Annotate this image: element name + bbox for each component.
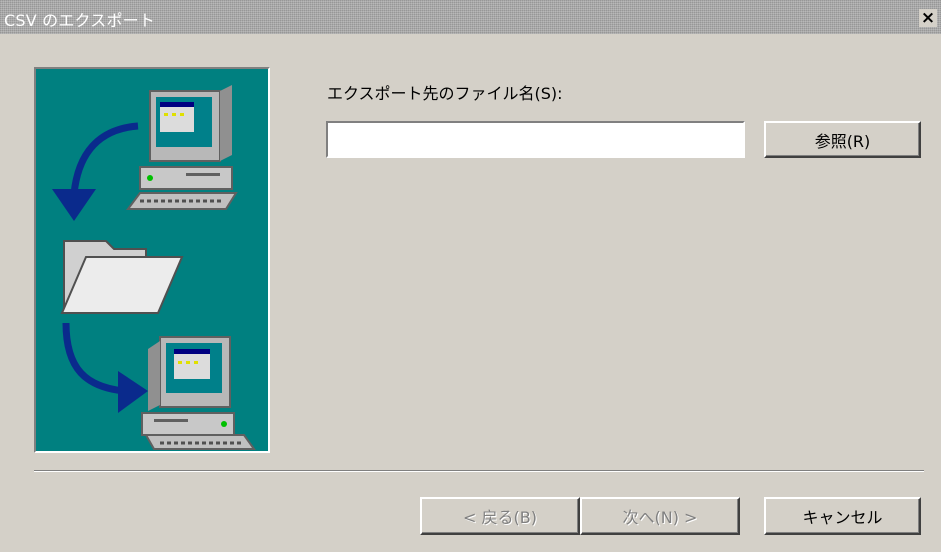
close-button[interactable]: ×	[919, 8, 937, 28]
back-button[interactable]: < 戻る(B)	[420, 497, 580, 535]
close-icon: ×	[920, 8, 936, 28]
title-bar[interactable]: CSV のエクスポート ×	[0, 0, 941, 34]
browse-button[interactable]: 参照(R)	[764, 121, 921, 158]
cancel-button[interactable]: キャンセル	[764, 497, 921, 535]
export-illustration-svg	[52, 85, 256, 450]
separator-line	[34, 470, 924, 472]
folder-icon	[60, 240, 184, 314]
next-button[interactable]: 次へ(N) >	[580, 497, 740, 535]
filename-input[interactable]	[326, 121, 745, 158]
dialog-title: CSV のエクスポート	[4, 11, 156, 30]
computer-top-icon	[126, 85, 238, 210]
wizard-illustration	[34, 67, 270, 453]
csv-export-dialog: CSV のエクスポート × エクスポート先のファイル名(S): 参照(R) < …	[0, 0, 941, 552]
computer-bottom-icon	[141, 336, 256, 450]
curved-arrow-top-icon	[70, 122, 139, 195]
curved-arrow-bottom-icon	[62, 322, 125, 395]
filename-label: エクスポート先のファイル名(S):	[327, 84, 563, 103]
